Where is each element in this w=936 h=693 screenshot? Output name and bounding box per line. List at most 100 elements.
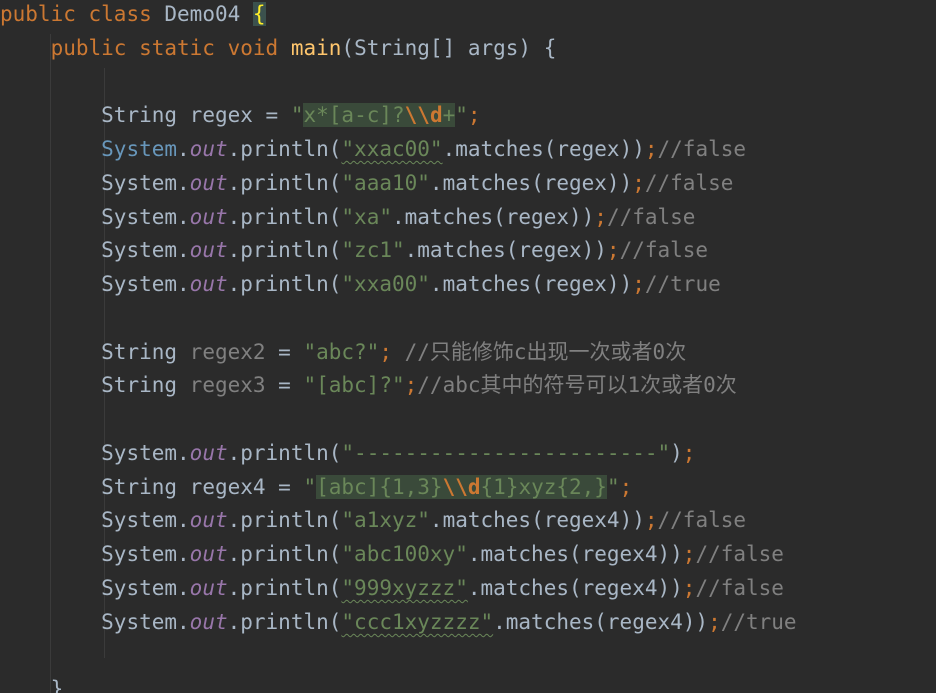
code-line-class-decl[interactable]: public class Demo04 { (0, 0, 266, 31)
code-line-main-decl[interactable]: public static void main(String[] args) { (0, 31, 557, 65)
code-line-regex4[interactable]: String regex4 = "[abc]{1,3}\\d{1}xyz{2,}… (0, 470, 632, 504)
keyword-public: public (0, 2, 76, 26)
string-literal: "[abc]?" (303, 373, 405, 397)
line-comment: //false (657, 137, 747, 161)
class-system: System (101, 542, 178, 566)
type-string: String (101, 475, 178, 499)
string-literal: "xa" (341, 205, 392, 229)
variable-regex3-unused: regex3 (189, 373, 266, 397)
code-line-println[interactable]: System.out.println("a1xyz".matches(regex… (0, 503, 746, 537)
variable-regex4: regex4 (189, 475, 266, 499)
regex-quantifier: + (442, 103, 456, 127)
field-out: out (189, 137, 228, 161)
line-comment: //false (695, 542, 784, 566)
string-literal: "zc1" (341, 238, 405, 262)
dot: . (177, 238, 190, 262)
method-matches: .matches(regex4)) (467, 542, 683, 566)
class-system: System (101, 508, 178, 532)
regex-escape: \\d (442, 475, 481, 499)
string-quote: " (455, 103, 468, 127)
class-system: System (101, 171, 178, 195)
regex-part: x* (303, 103, 329, 127)
regex-quantifier: {1} (480, 475, 519, 499)
regex-escape: \\d (404, 103, 443, 127)
line-comment: //false (695, 576, 784, 600)
method-println: .println( (227, 610, 342, 634)
semicolon: ; (632, 272, 645, 296)
code-line-println[interactable]: System.out.println("999xyzzz".matches(re… (0, 571, 784, 605)
string-literal: "xxa00" (341, 272, 430, 296)
string-quote: " (290, 103, 304, 127)
class-system: System (101, 238, 178, 262)
regex-quantifier: {2,} (556, 475, 607, 499)
code-line-println[interactable]: System.out.println("ccc1xyzzzz".matches(… (0, 605, 797, 639)
dot: . (177, 508, 190, 532)
line-comment: //abc其中的符号可以1次或者0次 (417, 373, 737, 397)
code-line-println[interactable]: System.out.println("zc1".matches(regex))… (0, 233, 708, 267)
close-paren: ) (670, 441, 683, 465)
line-comment: //true (720, 610, 797, 634)
method-println: .println( (227, 205, 342, 229)
assign-op: = (265, 340, 304, 364)
method-matches: .matches(regex)) (429, 171, 633, 195)
string-literal: "aaa10" (341, 171, 430, 195)
code-line-println[interactable]: System.out.println("xa".matches(regex));… (0, 200, 695, 234)
semicolon: ; (682, 576, 696, 600)
dot: . (177, 441, 190, 465)
type-string: String (101, 340, 178, 364)
close-brace: } (50, 677, 64, 693)
class-system: System (101, 137, 178, 161)
keyword-class: class (88, 2, 152, 26)
code-line-println[interactable]: System.out.println("xxa00".matches(regex… (0, 267, 721, 301)
string-literal: "------------------------" (341, 441, 671, 465)
semicolon: ; (467, 103, 481, 127)
semicolon: ; (682, 542, 696, 566)
code-line-closing-brace[interactable]: } (0, 672, 64, 693)
semicolon: ; (379, 340, 392, 364)
field-out: out (189, 508, 228, 532)
line-comment: //false (606, 205, 696, 229)
regex-quantifier: ? (392, 103, 405, 127)
dot: . (177, 137, 190, 161)
code-line-println[interactable]: System.out.println("aaa10".matches(regex… (0, 166, 733, 200)
field-out: out (189, 576, 228, 600)
class-system: System (101, 205, 178, 229)
method-matches: .matches(regex)) (404, 238, 607, 262)
method-println: .println( (227, 171, 342, 195)
field-out: out (189, 205, 228, 229)
dot: . (177, 610, 190, 634)
code-line-println[interactable]: System.out.println("abc100xy".matches(re… (0, 537, 784, 571)
class-system: System (101, 441, 178, 465)
code-line-regex[interactable]: String regex = "x*[a-c]?\\d+"; (0, 98, 481, 132)
method-matches: .matches(regex)) (429, 272, 633, 296)
type-string: String (101, 103, 178, 127)
code-line-println[interactable]: System.out.println("xxac00".matches(rege… (0, 132, 746, 166)
type-string: String (101, 373, 178, 397)
variable-regex: regex (189, 103, 253, 127)
method-matches: .matches(regex)) (391, 205, 595, 229)
semicolon: ; (619, 475, 633, 499)
dot: . (177, 205, 190, 229)
assign-op: = (252, 103, 291, 127)
method-matches: .matches(regex)) (442, 137, 645, 161)
code-line-regex2[interactable]: String regex2 = "abc?"; //只能修饰c出现一次或者0次 (0, 335, 686, 369)
regex-class: [a-c] (328, 103, 392, 127)
method-println: .println( (227, 576, 342, 600)
string-literal: "999xyzzz" (341, 576, 468, 600)
string-literal: "abc?" (303, 340, 380, 364)
assign-op: = (265, 475, 304, 499)
code-line-regex3[interactable]: String regex3 = "[abc]?";//abc其中的符号可以1次或… (0, 368, 737, 402)
field-out: out (189, 171, 228, 195)
class-system: System (101, 576, 178, 600)
method-params: (String[] args) { (341, 36, 557, 60)
string-literal: "abc100xy" (341, 542, 468, 566)
method-println: .println( (227, 508, 342, 532)
code-editor[interactable]: public class Demo04 { public static void… (0, 0, 936, 693)
dot: . (177, 171, 190, 195)
field-out: out (189, 441, 228, 465)
dot: . (177, 576, 190, 600)
keyword-void: void (227, 36, 279, 60)
open-brace-highlighted: { (252, 2, 266, 26)
field-out: out (189, 610, 228, 634)
code-line-separator[interactable]: System.out.println("--------------------… (0, 436, 695, 470)
